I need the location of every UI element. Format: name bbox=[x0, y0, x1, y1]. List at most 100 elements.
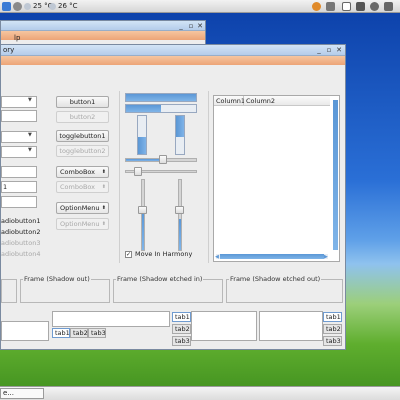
close-icon[interactable]: ✕ bbox=[196, 22, 204, 30]
vertical-scale-1[interactable] bbox=[141, 179, 145, 251]
column-header-1[interactable]: Column1 bbox=[214, 96, 245, 106]
app-icon-1[interactable] bbox=[2, 2, 11, 11]
combo-box-2[interactable]: ComboBox ⬍ bbox=[56, 181, 109, 193]
frame-partial bbox=[1, 279, 17, 303]
progress-fill bbox=[138, 136, 146, 154]
progress-fill bbox=[126, 105, 161, 112]
chevron-down-icon[interactable]: ▼ bbox=[28, 97, 32, 103]
tab-left-1[interactable]: tab1 bbox=[172, 312, 191, 322]
radio-button-1[interactable]: adiobutton1 bbox=[1, 217, 40, 225]
scale-fill bbox=[142, 211, 144, 250]
weather-icon bbox=[24, 3, 31, 10]
top-panel: 25 °C 26 °C bbox=[0, 0, 400, 13]
progress-bar-vertical-2 bbox=[175, 115, 185, 155]
minimize-icon[interactable]: _ bbox=[315, 46, 323, 54]
spinner-arrows-icon: ⬍ bbox=[101, 169, 106, 175]
taskbar-window-button[interactable]: e... bbox=[0, 388, 44, 399]
tab-left-2[interactable]: tab2 bbox=[172, 324, 191, 334]
scale-thumb[interactable] bbox=[138, 206, 147, 214]
tree-view[interactable]: Column1 Column2 ◀ ▶ bbox=[213, 95, 340, 262]
frame-shadow-out-label: Frame (Shadow out) bbox=[23, 275, 91, 284]
frame-shadow-etched-out-label: Frame (Shadow etched out) bbox=[229, 275, 322, 284]
frame-shadow-etched-in: Frame (Shadow etched in) bbox=[113, 275, 223, 303]
group-separator bbox=[208, 91, 209, 263]
back-window-titlebar[interactable]: _ ▫ ✕ bbox=[1, 21, 205, 31]
menu-bar bbox=[1, 56, 345, 65]
scale-thumb[interactable] bbox=[175, 206, 184, 214]
combo-box-1[interactable]: ComboBox ⬍ bbox=[56, 166, 109, 178]
maximize-icon[interactable]: ▫ bbox=[187, 22, 195, 30]
progress-bar-vertical-1 bbox=[137, 115, 147, 155]
toggle-button-2[interactable]: togglebutton2 bbox=[56, 145, 109, 157]
weather-icon-2 bbox=[49, 3, 56, 10]
tab-right-2[interactable]: tab2 bbox=[323, 324, 342, 334]
scale-thumb[interactable] bbox=[134, 167, 142, 176]
option-menu-2-label: OptionMenu bbox=[60, 220, 100, 228]
volume-icon[interactable] bbox=[356, 2, 365, 11]
vertical-scale-2[interactable] bbox=[178, 179, 182, 251]
back-window-title-text: lp bbox=[14, 34, 21, 42]
move-in-harmony-label: Move In Harmony bbox=[135, 250, 193, 258]
update-icon[interactable] bbox=[312, 2, 321, 11]
tab-bottom-2[interactable]: tab2 bbox=[70, 328, 88, 338]
radio-button-3[interactable]: adiobutton3 bbox=[1, 239, 40, 247]
scroll-right-icon[interactable]: ▶ bbox=[324, 254, 328, 260]
spinner-arrows-icon: ⬍ bbox=[101, 221, 106, 227]
frame-shadow-etched-in-label: Frame (Shadow etched in) bbox=[116, 275, 204, 284]
scrollbar-thumb[interactable] bbox=[333, 100, 338, 250]
progress-bar-horizontal-1 bbox=[125, 93, 197, 102]
group-separator bbox=[119, 91, 120, 263]
chat-icon[interactable] bbox=[384, 2, 393, 11]
tab-bottom-3[interactable]: tab3 bbox=[88, 328, 106, 338]
notebook-left-tabs bbox=[191, 311, 257, 341]
tab-bottom-1[interactable]: tab1 bbox=[52, 328, 70, 338]
maximize-icon[interactable]: ▫ bbox=[325, 46, 333, 54]
option-menu-1[interactable]: OptionMenu ⬍ bbox=[56, 202, 109, 214]
option-menu-1-label: OptionMenu bbox=[60, 204, 100, 212]
tab-right-1[interactable]: tab1 bbox=[323, 312, 342, 322]
radio-button-4[interactable]: adiobutton4 bbox=[1, 250, 40, 258]
spinner-arrows-icon: ⬍ bbox=[101, 184, 106, 190]
combo-entry-2[interactable] bbox=[1, 110, 37, 122]
text-entry-1[interactable] bbox=[1, 166, 37, 178]
button-1[interactable]: button1 bbox=[56, 96, 109, 108]
weather-temp-2: 26 °C bbox=[58, 2, 78, 10]
frame-shadow-etched-out: Frame (Shadow etched out) bbox=[226, 275, 343, 303]
horizontal-scrollbar[interactable] bbox=[216, 254, 328, 259]
text-entry-2[interactable] bbox=[1, 196, 37, 208]
progress-bar-horizontal-2 bbox=[125, 104, 197, 113]
column-header-2[interactable]: Column2 bbox=[244, 96, 330, 106]
progress-fill bbox=[126, 94, 196, 101]
minimize-icon[interactable]: _ bbox=[177, 22, 185, 30]
radio-button-2[interactable]: adiobutton2 bbox=[1, 228, 40, 236]
vertical-scrollbar[interactable] bbox=[333, 100, 338, 250]
tab-right-3[interactable]: tab3 bbox=[323, 336, 342, 346]
spin-button[interactable]: 1 bbox=[1, 181, 37, 193]
chevron-down-icon[interactable]: ▼ bbox=[28, 147, 32, 153]
notebook-right-tabs bbox=[259, 311, 323, 341]
button-2[interactable]: button2 bbox=[56, 111, 109, 123]
scrollbar-thumb[interactable] bbox=[220, 254, 324, 259]
toggle-button-1[interactable]: togglebutton1 bbox=[56, 130, 109, 142]
mail-icon[interactable] bbox=[342, 2, 351, 11]
back-window-menubar bbox=[1, 31, 205, 40]
main-window-titlebar[interactable]: ory _ ▫ ✕ bbox=[1, 45, 345, 56]
move-in-harmony-checkbox[interactable]: ✓ bbox=[125, 251, 132, 258]
spin-value: 1 bbox=[3, 183, 8, 191]
network-icon[interactable] bbox=[370, 2, 379, 11]
battery-icon[interactable] bbox=[326, 2, 335, 11]
option-menu-2[interactable]: OptionMenu ⬍ bbox=[56, 218, 109, 230]
frame-shadow-out: Frame (Shadow out) bbox=[20, 275, 110, 303]
scale-thumb[interactable] bbox=[159, 155, 167, 164]
chevron-down-icon[interactable]: ▼ bbox=[28, 132, 32, 138]
notebook-partial bbox=[1, 321, 49, 341]
spinner-arrows-icon: ⬍ bbox=[101, 205, 106, 211]
window-title: ory bbox=[3, 46, 15, 54]
scale-fill bbox=[179, 218, 181, 250]
notebook-bottom-tabs bbox=[52, 311, 170, 327]
app-icon-2[interactable] bbox=[13, 2, 22, 11]
combo-box-2-label: ComboBox bbox=[60, 183, 96, 191]
close-icon[interactable]: ✕ bbox=[335, 46, 343, 54]
tab-left-3[interactable]: tab3 bbox=[172, 336, 191, 346]
scroll-left-icon[interactable]: ◀ bbox=[215, 254, 219, 260]
